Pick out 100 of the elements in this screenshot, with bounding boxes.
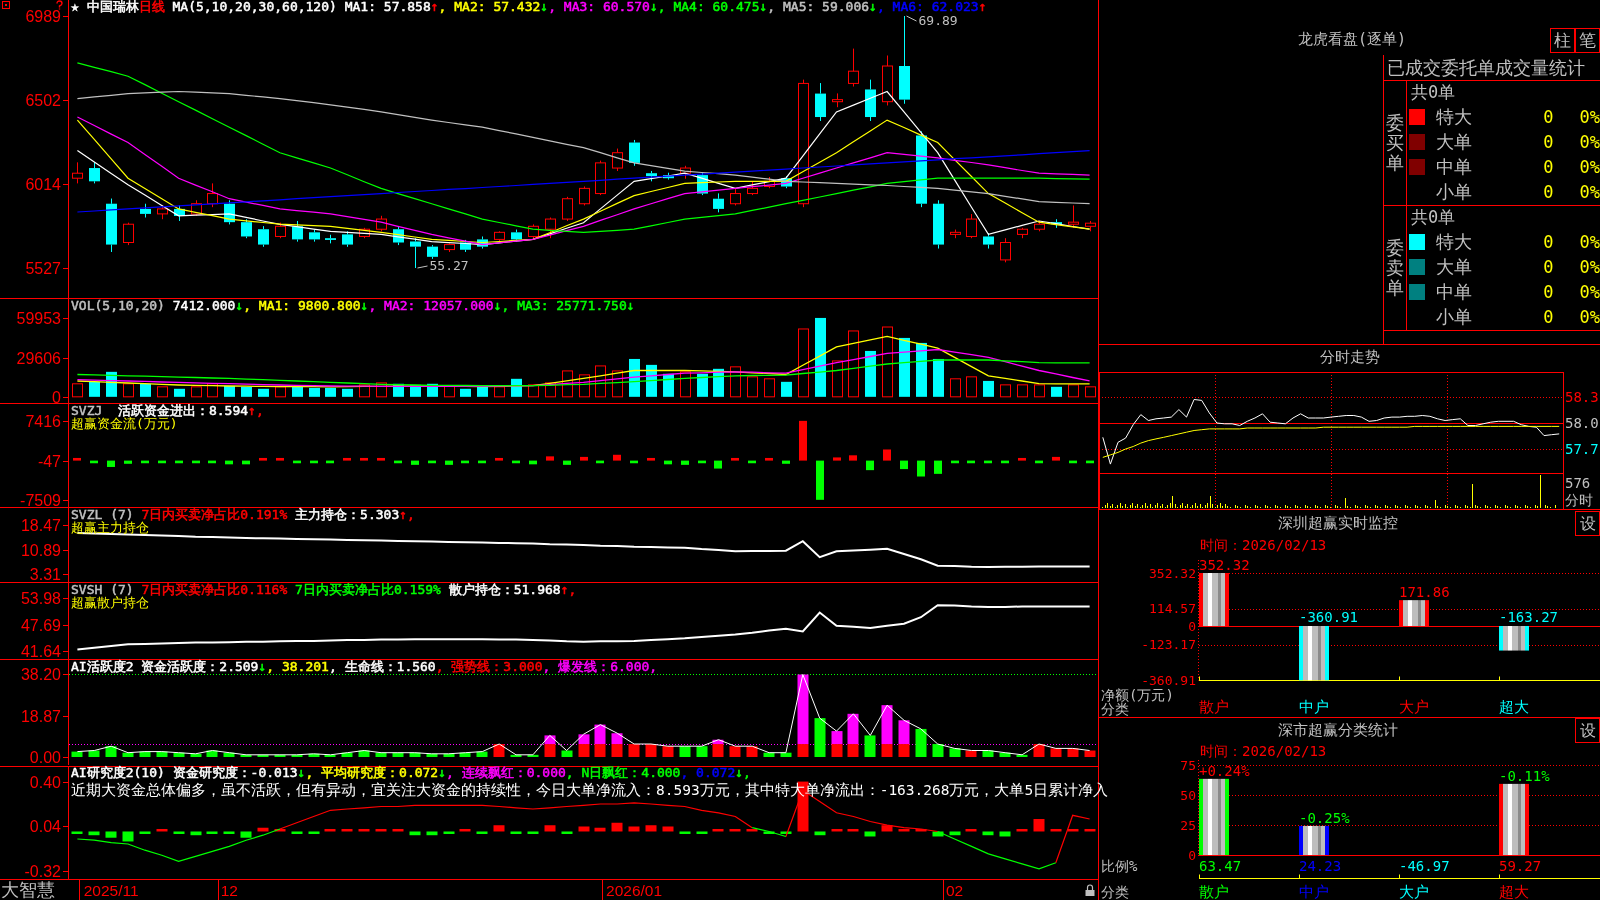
- net-flow-bar: [1499, 626, 1529, 651]
- axis-tick-label: 57.7: [1565, 441, 1599, 457]
- candle: [781, 175, 792, 189]
- candle: [140, 203, 151, 218]
- fund-flow-bar: [900, 460, 908, 470]
- activity-bar: [274, 754, 286, 757]
- leader-line: [906, 15, 917, 22]
- activity-bar: [561, 750, 573, 757]
- panel-title: 龙虎看盘(逐单): [1298, 31, 1407, 48]
- settings-button[interactable]: 设: [1575, 718, 1600, 743]
- volume-bar: [966, 376, 977, 398]
- activity-bar: [831, 731, 843, 745]
- axis-tick-label: 18.87: [20, 708, 61, 725]
- volume-bar: [899, 337, 910, 397]
- research-bar: [341, 829, 353, 832]
- activity-bar: [324, 754, 336, 757]
- fund-flow-bar: [529, 460, 537, 465]
- activity-bar: [780, 752, 792, 757]
- volume-bar: [646, 364, 657, 397]
- activity-bar: [1084, 750, 1096, 757]
- order-count: 0: [1543, 281, 1554, 302]
- view-toggle-button[interactable]: 笔: [1575, 28, 1600, 53]
- fund-flow-bar: [917, 460, 925, 477]
- candle: [123, 222, 134, 246]
- axis-title: 比例%: [1101, 858, 1138, 874]
- activity-bar: [308, 753, 320, 757]
- panel-title: 深市超赢分类统计: [1278, 722, 1398, 739]
- volume-bar: [950, 378, 961, 398]
- activity-bar: [1050, 748, 1062, 757]
- candle: [966, 213, 977, 239]
- fund-flow-bar: [276, 457, 284, 461]
- volume-bar: [865, 350, 876, 397]
- activity-bar: [173, 752, 185, 757]
- activity-bar: [763, 752, 775, 757]
- volume-bar: [427, 383, 438, 397]
- fund-flow-bar: [664, 460, 672, 465]
- activity-bar: [729, 746, 741, 757]
- order-percent: 0%: [1579, 181, 1600, 202]
- axis-tick-label: 47.69: [20, 617, 61, 634]
- fund-flow-bar: [866, 460, 874, 471]
- axis-tick-label: 58.0: [1565, 415, 1599, 431]
- fund-flow-bar: [1052, 456, 1060, 461]
- fund-flow-bar: [731, 457, 739, 461]
- research-bar: [1050, 829, 1062, 832]
- indicator-title: 超赢散户持仓: [71, 596, 149, 610]
- research-bar: [662, 826, 674, 832]
- fund-flow-bar: [748, 460, 756, 464]
- candle: [106, 198, 117, 253]
- research-bar: [459, 829, 471, 832]
- net-flow-bar: [1299, 626, 1329, 681]
- research-bar: [982, 831, 994, 836]
- settings-button[interactable]: 设: [1575, 511, 1600, 536]
- volume-bar: [1017, 384, 1028, 398]
- activity-bar: [965, 750, 977, 757]
- date-axis-label: 02: [946, 882, 964, 899]
- volume-bar: [579, 374, 590, 398]
- fund-flow-bar: [124, 460, 132, 464]
- candle: [191, 199, 202, 217]
- volume-bar: [444, 385, 455, 398]
- candle: [427, 244, 438, 260]
- panel-title: 分时走势: [1320, 349, 1380, 366]
- activity-bar: [662, 746, 674, 757]
- research-bar: [409, 831, 421, 836]
- candle: [342, 230, 353, 248]
- activity-bar: [544, 744, 556, 757]
- volume-bar: [1085, 386, 1096, 398]
- candle: [697, 172, 708, 196]
- order-percent: 0%: [1579, 106, 1600, 127]
- research-bar: [240, 831, 252, 838]
- research-bar: [308, 831, 320, 834]
- axis-tick-label: -7509: [20, 492, 61, 507]
- activity-bar: [1033, 744, 1045, 757]
- research-bar: [1067, 829, 1079, 832]
- order-count: 0: [1543, 156, 1554, 177]
- activity-bar: [645, 744, 657, 757]
- volume-bar: [528, 384, 539, 398]
- research-bar: [105, 831, 117, 838]
- fund-flow-bar: [799, 420, 807, 461]
- candle: [815, 82, 826, 122]
- candle: [174, 204, 185, 222]
- fund-flow-bar: [360, 457, 368, 461]
- activity-bar: [696, 746, 708, 757]
- activity-bar: [426, 753, 438, 757]
- panel-title: 深圳超赢实时监控: [1278, 515, 1398, 532]
- activity-bar: [578, 734, 590, 745]
- fund-flow-bar: [596, 460, 604, 464]
- fund-flow-bar: [1001, 460, 1009, 464]
- order-total: 共0单: [1411, 206, 1456, 229]
- research-bar: [949, 831, 961, 836]
- volume-bar: [258, 388, 269, 397]
- candle: [1051, 218, 1062, 229]
- order-total: 共0单: [1411, 81, 1456, 104]
- view-toggle-button[interactable]: 柱: [1550, 28, 1575, 53]
- candle: [950, 229, 961, 239]
- activity-bar: [476, 751, 488, 757]
- volume-bar: [275, 386, 286, 398]
- research-bar: [881, 825, 893, 832]
- category-label: 散户: [1199, 883, 1229, 900]
- research-bar: [1084, 829, 1096, 832]
- activity-bar: [190, 753, 202, 757]
